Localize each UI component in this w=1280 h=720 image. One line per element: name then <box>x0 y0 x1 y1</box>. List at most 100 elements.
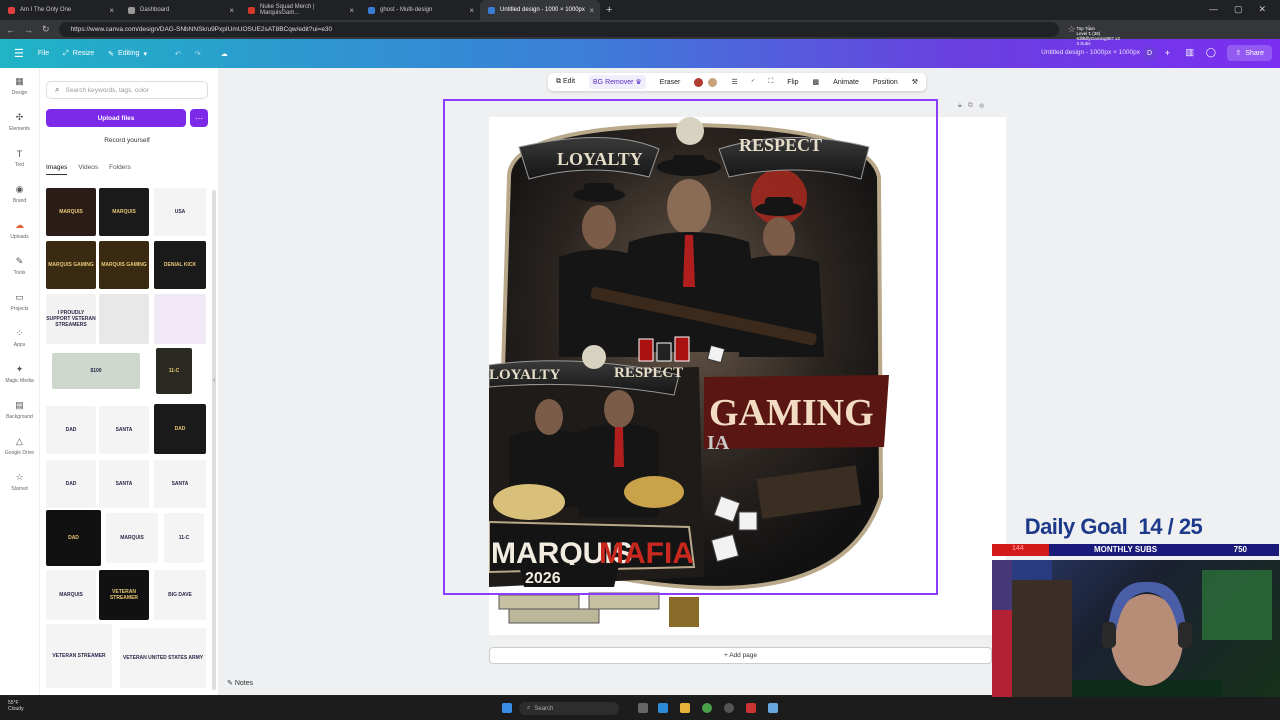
design-title[interactable]: Untitled design - 1000px × 1000px <box>1041 49 1140 56</box>
crop-icon[interactable]: ⛶ <box>768 78 773 86</box>
browser-tab[interactable]: Dashboard × <box>120 0 240 20</box>
uploaded-image-thumb[interactable]: DAD <box>46 510 101 566</box>
rail-item-apps[interactable]: ⁘ Apps <box>0 320 39 356</box>
duplicate-page-icon[interactable]: ⧉ <box>968 102 973 110</box>
app-icon[interactable] <box>746 703 756 713</box>
search-input[interactable]: ⌕ Search keywords, tags, color <box>46 81 208 99</box>
add-page-icon[interactable]: ⊕ <box>979 102 985 110</box>
task-view-icon[interactable] <box>638 703 648 713</box>
reload-icon[interactable]: ↻ <box>42 24 50 35</box>
avatar[interactable]: D <box>1143 47 1156 60</box>
tab-images[interactable]: Images <box>46 164 68 175</box>
forward-icon[interactable]: → <box>24 25 33 35</box>
uploaded-image-thumb[interactable]: I PROUDLY SUPPORT VETERAN STREAMERS <box>46 294 96 344</box>
rail-item-tools[interactable]: ✎ Tools <box>0 248 39 284</box>
uploaded-image-thumb[interactable]: BIG DAVE <box>154 570 206 620</box>
edit-button[interactable]: ⧉ Edit <box>556 78 575 86</box>
animate-button[interactable]: Animate <box>833 79 859 86</box>
add-page-button[interactable]: + Add page <box>489 647 992 664</box>
eraser-button[interactable]: Eraser <box>660 79 681 86</box>
tab-close-icon[interactable]: × <box>349 6 354 15</box>
editing-mode-button[interactable]: ✎ Editing ▾ <box>108 50 147 58</box>
bg-remover-button[interactable]: BG Remover ♛ <box>589 75 646 89</box>
border-style-icon[interactable]: ☰ <box>731 78 737 86</box>
selection-box[interactable] <box>443 99 938 595</box>
new-tab-icon[interactable]: + <box>606 4 612 16</box>
maximize-icon[interactable]: ▢ <box>1234 4 1243 15</box>
uploaded-image-thumb[interactable]: 11-C <box>156 348 192 394</box>
rail-item-starred[interactable]: ☆ Starred <box>0 464 39 500</box>
browser-tab[interactable]: Am I The Only One × <box>0 0 120 20</box>
uploaded-image-thumb[interactable] <box>99 294 149 344</box>
rail-item-brand[interactable]: ◉ Brand <box>0 176 39 212</box>
uploaded-image-thumb[interactable]: SANTA <box>99 460 149 508</box>
close-icon[interactable]: ✕ <box>1258 4 1266 15</box>
uploaded-image-thumb[interactable]: MARQUIS <box>99 188 149 236</box>
paint-format-icon[interactable]: ⚒ <box>912 78 918 86</box>
uploaded-image-thumb[interactable]: SANTA <box>99 406 149 454</box>
uploaded-image-thumb[interactable]: MARQUIS <box>46 188 96 236</box>
transparency-icon[interactable]: ▩ <box>813 78 820 86</box>
taskbar-search[interactable]: ⌕ Search <box>519 702 619 715</box>
uploaded-image-thumb[interactable]: DAD <box>46 460 96 508</box>
uploaded-image-thumb[interactable]: VETERAN STREAMER <box>99 570 149 620</box>
uploaded-image-thumb[interactable]: MARQUIS GAMING <box>46 241 96 289</box>
uploaded-image-thumb[interactable]: MARQUIS GAMING <box>99 241 149 289</box>
share-button[interactable]: ⇪ Share <box>1227 45 1272 61</box>
uploaded-image-thumb[interactable]: DENIAL KICK <box>154 241 206 289</box>
upload-files-button[interactable]: Upload files <box>46 109 186 127</box>
hamburger-menu-icon[interactable]: ☰ <box>14 47 24 60</box>
browser-tab[interactable]: Untitled design - 1000 × 1000px × <box>480 0 600 20</box>
edge-icon[interactable] <box>658 703 668 713</box>
undo-icon[interactable]: ↶ <box>175 50 181 58</box>
panel-scrollbar[interactable] <box>212 190 216 690</box>
uploaded-image-thumb[interactable]: VETERAN STREAMER <box>46 624 112 688</box>
uploaded-image-thumb[interactable]: DAD <box>46 406 96 454</box>
color-swatch-2[interactable] <box>708 77 718 87</box>
uploaded-image-thumb[interactable]: $100 <box>52 353 140 389</box>
file-menu[interactable]: File <box>38 50 49 57</box>
windows-start-icon[interactable] <box>502 703 512 713</box>
resize-button[interactable]: ⤢ Resize <box>63 50 94 58</box>
rail-item-magic-media[interactable]: ✦ Magic Media <box>0 356 39 392</box>
color-swatch-1[interactable] <box>694 77 704 87</box>
notes-button[interactable]: ✎ Notes <box>227 679 253 687</box>
add-collaborator-icon[interactable]: + <box>1165 48 1170 58</box>
flip-button[interactable]: Flip <box>787 79 798 86</box>
browser-tab[interactable]: Nuke Squad Merch | MarquisGam... × <box>240 0 360 20</box>
lock-icon[interactable]: 🔒︎ <box>958 102 962 110</box>
more-options-icon[interactable]: ⋯ <box>190 109 208 127</box>
chrome-icon[interactable] <box>702 703 712 713</box>
file-explorer-icon[interactable] <box>680 703 690 713</box>
cloud-save-icon[interactable]: ☁ <box>221 50 228 58</box>
tab-close-icon[interactable]: × <box>109 6 114 15</box>
corner-rounding-icon[interactable]: ◜ <box>752 78 755 86</box>
url-field[interactable]: https://www.canva.com/design/DAG-SNbNNSk… <box>58 22 1059 37</box>
uploaded-image-thumb[interactable]: SANTA <box>154 460 206 508</box>
minimize-icon[interactable]: — <box>1209 4 1218 15</box>
uploaded-image-thumb[interactable]: VETERAN UNITED STATES ARMY <box>120 628 206 688</box>
tab-folders[interactable]: Folders <box>109 164 131 175</box>
tab-close-icon[interactable]: × <box>589 6 594 15</box>
rail-item-projects[interactable]: ▭ Projects <box>0 284 39 320</box>
rail-item-google-drive[interactable]: △ Google Drive <box>0 428 39 464</box>
bookmark-icon[interactable]: ☆ <box>1068 24 1076 35</box>
browser-tab[interactable]: ghost - Multi-design × <box>360 0 480 20</box>
notepad-icon[interactable] <box>768 703 778 713</box>
uploaded-image-thumb[interactable]: DAD <box>154 404 206 454</box>
tab-close-icon[interactable]: × <box>229 6 234 15</box>
analytics-icon[interactable]: ▥ <box>1185 47 1194 58</box>
uploaded-image-thumb[interactable]: MARQUIS <box>106 513 158 563</box>
rail-item-text[interactable]: T Text <box>0 140 39 176</box>
tab-videos[interactable]: Videos <box>78 164 98 175</box>
redo-icon[interactable]: ↷ <box>195 50 201 58</box>
position-button[interactable]: Position <box>873 79 898 86</box>
rail-item-design[interactable]: ▦ Design <box>0 68 39 104</box>
uploaded-image-thumb[interactable]: USA <box>154 188 206 236</box>
comment-icon[interactable]: ◯ <box>1206 47 1216 58</box>
weather-widget[interactable]: 55°F Cloudy <box>8 700 24 712</box>
back-icon[interactable]: ← <box>6 25 15 35</box>
rail-item-elements[interactable]: ✣ Elements <box>0 104 39 140</box>
uploaded-image-thumb[interactable]: 11-C <box>164 513 204 563</box>
obs-icon[interactable] <box>724 703 734 713</box>
